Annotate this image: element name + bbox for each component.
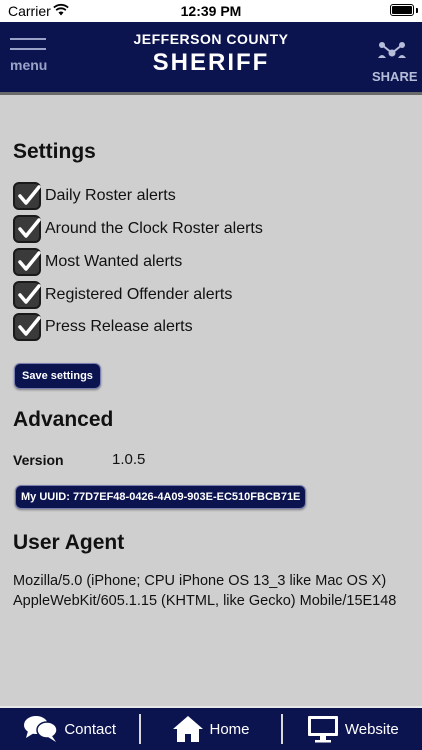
title-county: JEFFERSON COUNTY	[133, 31, 289, 47]
nav-contact-label: Contact	[64, 720, 117, 738]
alert-label: Most Wanted alerts	[45, 253, 183, 270]
app-title: JEFFERSON COUNTY SHERIFF	[0, 31, 422, 77]
bottom-nav: Contact Home Website	[0, 706, 422, 750]
user-agent-line: Mozilla/5.0 (iPhone; CPU iPhone OS 13_3 …	[13, 573, 387, 589]
checkbox-checked[interactable]	[13, 182, 41, 210]
nav-home-label: Home	[209, 720, 250, 738]
checkmark-icon	[18, 316, 41, 336]
checkmark-icon	[18, 185, 41, 205]
alert-label: Daily Roster alerts	[45, 187, 176, 204]
checkbox-checked[interactable]	[13, 215, 41, 243]
nav-website-label: Website	[344, 720, 399, 738]
alert-label: Around the Clock Roster alerts	[45, 220, 263, 237]
alert-option-around-clock[interactable]: Around the Clock Roster alerts	[13, 213, 263, 245]
nav-contact[interactable]: Contact	[0, 708, 139, 750]
alert-label: Registered Offender alerts	[45, 286, 233, 303]
checkbox-checked[interactable]	[13, 313, 41, 341]
app-header: menu JEFFERSON COUNTY SHERIFF SHARE	[0, 22, 422, 95]
uuid-button[interactable]: My UUID: 77D7EF48-0426-4A09-903E-EC510FB…	[15, 485, 307, 509]
user-agent-line: AppleWebKit/605.1.15 (KHTML, like Gecko)…	[13, 593, 397, 609]
advanced-title: Advanced	[13, 408, 114, 431]
title-sheriff: SHERIFF	[152, 49, 270, 76]
alert-option-most-wanted[interactable]: Most Wanted alerts	[13, 246, 182, 278]
save-settings-button[interactable]: Save settings	[14, 363, 101, 389]
status-bar: Carrier 12:39 PM	[0, 0, 422, 22]
monitor-icon	[307, 716, 338, 743]
battery-icon	[390, 4, 414, 16]
share-label: SHARE	[372, 69, 418, 84]
alert-option-press-release[interactable]: Press Release alerts	[13, 311, 193, 343]
checkmark-icon	[18, 284, 41, 304]
checkmark-icon	[18, 251, 41, 271]
checkbox-checked[interactable]	[13, 248, 41, 276]
nav-home[interactable]: Home	[141, 708, 280, 750]
chat-bubbles-icon	[24, 716, 59, 742]
checkbox-checked[interactable]	[13, 281, 41, 309]
share-button[interactable]: SHARE	[372, 40, 418, 84]
version-label: Version	[13, 452, 64, 468]
alert-label: Press Release alerts	[45, 318, 193, 335]
version-value: 1.0.5	[112, 451, 146, 468]
home-icon	[173, 716, 204, 742]
settings-title: Settings	[13, 140, 96, 163]
status-time: 12:39 PM	[180, 3, 242, 19]
user-agent-title: User Agent	[13, 531, 125, 554]
nav-website[interactable]: Website	[283, 708, 422, 750]
share-icon	[378, 42, 406, 58]
checkmark-icon	[18, 218, 41, 238]
user-agent-text: Mozilla/5.0 (iPhone; CPU iPhone OS 13_3 …	[13, 571, 413, 611]
alert-option-registered-offender[interactable]: Registered Offender alerts	[13, 279, 232, 311]
alert-option-daily-roster[interactable]: Daily Roster alerts	[13, 180, 176, 212]
